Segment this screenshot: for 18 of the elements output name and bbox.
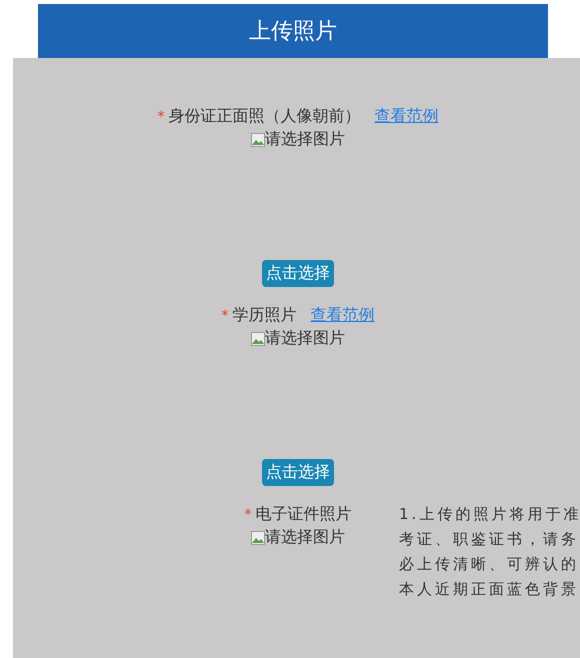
select-button[interactable]: 点击选择 (262, 459, 334, 486)
select-button[interactable]: 点击选择 (262, 260, 334, 287)
image-alt-text: 请选择图片 (265, 527, 345, 548)
required-mark: * (244, 506, 252, 522)
example-link[interactable]: 查看范例 (310, 305, 374, 326)
broken-image-icon (251, 332, 265, 346)
broken-image-icon (251, 132, 265, 146)
broken-image-icon (251, 530, 265, 544)
image-alt-text: 请选择图片 (265, 129, 345, 150)
image-alt-text: 请选择图片 (265, 328, 345, 349)
required-mark: * (158, 108, 164, 124)
required-mark: * (222, 308, 228, 324)
page-title: 上传照片 (38, 4, 548, 58)
upload-note: 1.上传的照片将用于准考证、职鉴证书，请务必上传清晰、可辨认的本人近期正面蓝色背景 (399, 504, 580, 600)
field-label: 电子证件照片 (256, 504, 352, 525)
field-label: 身份证正面照（人像朝前） (168, 106, 360, 127)
field-label: 学历照片 (232, 305, 296, 326)
example-link[interactable]: 查看范例 (374, 106, 438, 127)
